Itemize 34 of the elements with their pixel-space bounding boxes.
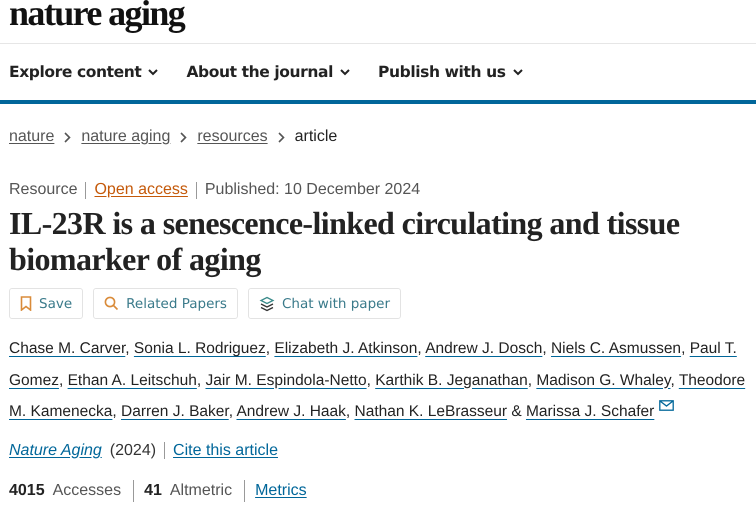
action-button[interactable]: Related Papers bbox=[93, 288, 238, 319]
author-list[interactable]: Chase M. Carver, Sonia L. Rodriguez, Elizabeth J. Atkinson, Andrew J. Dosch, Niels C. Asmussen, Paul T. Gomez, Ethan A. Leitschuh, Jair M. Espindola-Netto, Karthik B. Jeganathan, Madison G. Whaley, Theodore M. Kamenecka, Darren J. Baker, Andrew J. Haak, Nathan K. LeBrasseur & Marissa J. Schafer bbox=[9, 333, 754, 428]
chevron-right-icon bbox=[64, 132, 72, 142]
article-type: Resource bbox=[9, 181, 78, 199]
published-date: Published: 10 December 2024 bbox=[204, 181, 420, 199]
breadcrumb-current: article bbox=[294, 128, 338, 146]
email-icon[interactable] bbox=[659, 400, 674, 411]
action-button[interactable]: Save bbox=[9, 288, 84, 319]
action-button[interactable]: Chat with paper bbox=[248, 288, 402, 319]
nav-menu[interactable]: About the journal bbox=[186, 63, 350, 81]
breadcrumb-link[interactable]: nature bbox=[9, 128, 54, 146]
altmetric-label: Altmetric bbox=[170, 482, 232, 500]
chevron-right-icon bbox=[278, 132, 285, 142]
altmetric-count: 41 bbox=[144, 482, 162, 500]
open-access-link[interactable]: Open access bbox=[94, 181, 188, 199]
article-title: IL-23R is a senescence-linked circulating and tissue biomarker of aging bbox=[8, 205, 680, 277]
accesses-label: Accesses bbox=[52, 482, 122, 500]
journal-link[interactable]: Nature Aging bbox=[9, 442, 102, 460]
chevron-down-icon bbox=[340, 68, 350, 76]
search-icon bbox=[104, 296, 120, 311]
publication-year: (2024) bbox=[110, 442, 156, 460]
chevron-down-icon bbox=[148, 68, 158, 76]
cite-link[interactable]: Cite this article bbox=[173, 442, 278, 460]
nav-menu[interactable]: Explore content bbox=[9, 63, 158, 81]
chevron-down-icon bbox=[512, 68, 523, 76]
layers-icon bbox=[258, 296, 275, 312]
chevron-right-icon bbox=[180, 132, 188, 142]
journal-logo[interactable]: nature aging bbox=[9, 0, 184, 31]
accesses-count: 4015 bbox=[9, 482, 45, 500]
nav-menu[interactable]: Publish with us bbox=[378, 63, 523, 81]
breadcrumb-link[interactable]: resources bbox=[197, 128, 268, 146]
metrics-link[interactable]: Metrics bbox=[255, 482, 307, 500]
bookmark-icon bbox=[20, 296, 32, 311]
breadcrumb-link[interactable]: nature aging bbox=[81, 128, 170, 146]
